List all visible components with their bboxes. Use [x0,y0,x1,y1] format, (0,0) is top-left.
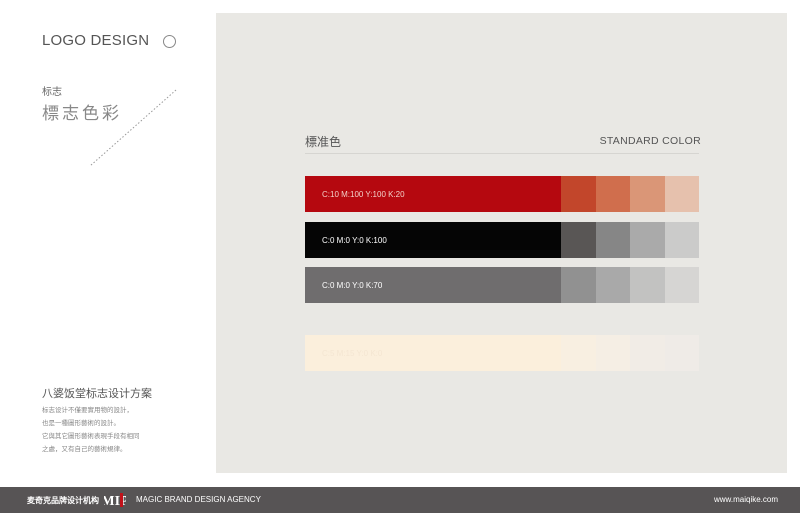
description-line: 它與其它圖形藝術表現手段有相同 [42,432,140,440]
page-title: LOGO DESIGN [42,32,150,49]
standard-color-label-cn: 標准色 [305,135,342,149]
cmyk-code: C:10 M:100 Y:100 K:20 [322,189,405,199]
tint-swatch [595,176,630,212]
color-row-red: C:10 M:100 Y:100 K:20 [305,176,699,212]
description-line: 标志设计不僅要實用物的設計， [42,406,133,414]
tint-swatch [664,176,699,212]
tint-swatch [561,222,596,258]
tint-swatch [595,222,630,258]
tint-swatch [561,335,596,371]
cmyk-code: C:0 M:0 Y:0 K:70 [322,280,383,290]
divider [305,153,699,154]
tint-swatch [595,267,630,303]
circle-icon [163,35,176,48]
cmyk-code: C:5 M:15 Y:0 K:0 [322,348,383,358]
website-link[interactable]: www.maiqike.com [714,495,778,504]
swatch-main: C:5 M:15 Y:0 K:0 [305,335,561,371]
color-row-gray: C:0 M:0 Y:0 K:70 [305,267,699,303]
description-line: 也是一種圖形藝術的設計。 [42,419,120,427]
standard-color-label-en: STANDARD COLOR [599,135,701,147]
tint-swatch [595,335,630,371]
tint-swatch [561,267,596,303]
project-description: 标志设计不僅要實用物的設計， 也是一種圖形藝術的設計。 它與其它圖形藝術表現手段… [42,404,140,456]
decorative-diagonal-line [89,89,177,167]
swatch-main: C:0 M:0 Y:0 K:70 [305,267,561,303]
description-line: 之處，又有自己的藝術規律。 [42,445,127,453]
tint-swatch [630,335,665,371]
tint-swatch [561,176,596,212]
tint-swatch [630,176,665,212]
tint-swatch [664,222,699,258]
tint-swatch [664,335,699,371]
company-name-cn: 麦奇克品牌设计机构 [27,496,99,505]
tint-swatch [664,267,699,303]
color-row-black: C:0 M:0 Y:0 K:100 [305,222,699,258]
swatch-main: C:10 M:100 Y:100 K:20 [305,176,561,212]
color-row-cream: C:5 M:15 Y:0 K:0 [305,335,699,371]
project-title: 八婆饭堂标志设计方案 [42,387,152,400]
section-subtitle-small: 标志 [42,87,62,98]
cmyk-code: C:0 M:0 Y:0 K:100 [322,235,387,245]
brand-logo: MIP [104,491,126,509]
swatch-main: C:0 M:0 Y:0 K:100 [305,222,561,258]
tint-swatch [630,222,665,258]
company-name-en: MAGIC BRAND DESIGN AGENCY [136,495,261,504]
tint-swatch [630,267,665,303]
footer-bar: 麦奇克品牌设计机构 MIP MAGIC BRAND DESIGN AGENCY … [0,487,800,513]
